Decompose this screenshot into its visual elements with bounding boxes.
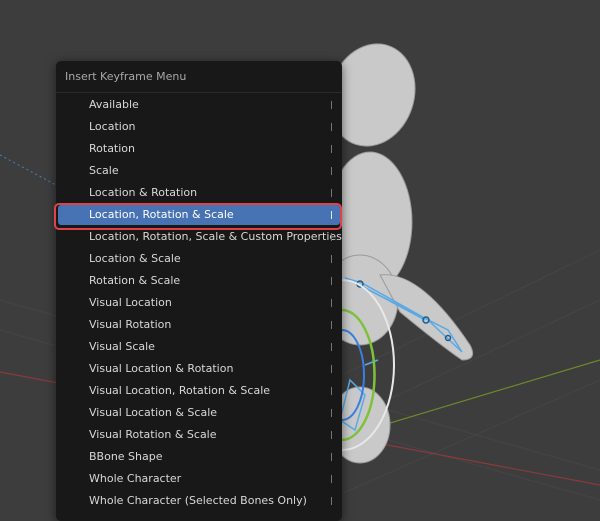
menu-item[interactable]: Location, Rotation, Scale & Custom Prope…	[58, 227, 342, 247]
submenu-caret-icon	[331, 475, 332, 483]
submenu-caret-icon	[331, 365, 332, 373]
menu-item[interactable]: Whole Character	[58, 469, 340, 489]
menu-title-divider	[56, 92, 342, 93]
menu-item-label: Whole Character (Selected Bones Only)	[89, 494, 307, 507]
menu-item[interactable]: Visual Location, Rotation & Scale	[58, 381, 340, 401]
menu-item[interactable]: Rotation & Scale	[58, 271, 340, 291]
menu-item-label: Available	[89, 98, 139, 111]
menu-item[interactable]: Visual Location	[58, 293, 340, 313]
menu-item[interactable]: Visual Location & Rotation	[58, 359, 340, 379]
menu-item-label: Visual Location & Rotation	[89, 362, 234, 375]
menu-item-label: Location, Rotation & Scale	[89, 208, 234, 221]
menu-item-label: Visual Location, Rotation & Scale	[89, 384, 271, 397]
submenu-caret-icon	[331, 321, 332, 329]
menu-item-label: BBone Shape	[89, 450, 163, 463]
submenu-caret-icon	[331, 277, 332, 285]
submenu-caret-icon	[331, 255, 332, 263]
menu-item[interactable]: Location & Rotation	[58, 183, 340, 203]
submenu-caret-icon	[331, 145, 332, 153]
menu-item[interactable]: Visual Rotation	[58, 315, 340, 335]
menu-item[interactable]: Location	[58, 117, 340, 137]
menu-item-label: Rotation	[89, 142, 136, 155]
menu-item-label: Location	[89, 120, 136, 133]
submenu-caret-icon	[331, 123, 332, 131]
menu-item-label: Visual Rotation	[89, 318, 172, 331]
submenu-caret-icon	[331, 233, 332, 241]
menu-item[interactable]: Visual Location & Scale	[58, 403, 340, 423]
menu-item-label: Scale	[89, 164, 119, 177]
menu-item-label: Location & Rotation	[89, 186, 198, 199]
insert-keyframe-menu: Insert Keyframe Menu Available Location Ro…	[56, 61, 342, 521]
submenu-caret-icon	[331, 497, 332, 505]
menu-item[interactable]: Rotation	[58, 139, 340, 159]
submenu-caret-icon	[331, 101, 332, 109]
menu-item[interactable]: Whole Character (Selected Bones Only)	[58, 491, 340, 511]
menu-item-label: Location & Scale	[89, 252, 181, 265]
dashed-guide-line	[0, 154, 57, 186]
menu-item-label: Location, Rotation, Scale & Custom Prope…	[89, 230, 342, 243]
submenu-caret-icon	[331, 453, 332, 461]
submenu-caret-icon	[331, 189, 332, 197]
submenu-caret-icon	[331, 387, 332, 395]
menu-item[interactable]: Location & Scale	[58, 249, 340, 269]
menu-item-label: Rotation & Scale	[89, 274, 181, 287]
menu-item[interactable]: Visual Scale	[58, 337, 340, 357]
submenu-caret-icon	[331, 431, 332, 439]
menu-item-label: Visual Location	[89, 296, 172, 309]
menu-title: Insert Keyframe Menu	[65, 70, 187, 83]
menu-item[interactable]: Scale	[58, 161, 340, 181]
menu-item-label: Whole Character	[89, 472, 182, 485]
submenu-caret-icon	[331, 299, 332, 307]
menu-item[interactable]: Location, Rotation & Scale	[58, 205, 340, 225]
menu-item[interactable]: Visual Rotation & Scale	[58, 425, 340, 445]
submenu-caret-icon	[331, 343, 332, 351]
submenu-caret-icon	[331, 167, 332, 175]
menu-item-label: Visual Scale	[89, 340, 155, 353]
menu-item-label: Visual Location & Scale	[89, 406, 218, 419]
menu-item[interactable]: BBone Shape	[58, 447, 340, 467]
submenu-caret-icon	[331, 409, 332, 417]
menu-item[interactable]: Available	[58, 95, 340, 115]
menu-item-label: Visual Rotation & Scale	[89, 428, 217, 441]
submenu-caret-icon	[331, 211, 332, 219]
